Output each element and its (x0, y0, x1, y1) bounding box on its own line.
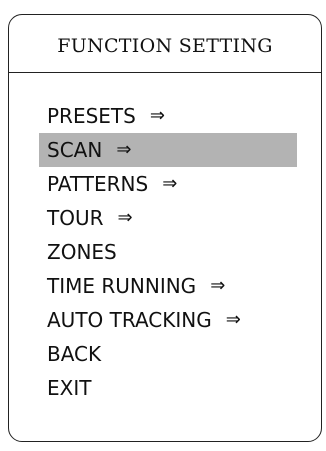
menu-item-exit[interactable]: EXIT (9, 371, 321, 405)
menu-item-auto-tracking[interactable]: AUTO TRACKING ⇒ (9, 303, 321, 337)
double-arrow-right-icon: ⇒ (117, 207, 133, 228)
menu-item-label: BACK (47, 342, 102, 366)
menu-item-label: AUTO TRACKING (47, 308, 212, 332)
menu-item-tour[interactable]: TOUR ⇒ (9, 201, 321, 235)
menu-item-patterns[interactable]: PATTERNS ⇒ (9, 167, 321, 201)
function-setting-menu-panel: FUNCTION SETTING PRESETS ⇒ SCAN ⇒ PATTER… (8, 14, 322, 442)
menu-item-back[interactable]: BACK (9, 337, 321, 371)
menu-item-time-running[interactable]: TIME RUNNING ⇒ (9, 269, 321, 303)
menu-item-scan[interactable]: SCAN ⇒ (39, 133, 297, 167)
menu-item-label: TIME RUNNING (47, 274, 197, 298)
menu-item-label: TOUR (47, 206, 104, 230)
menu-item-label: PATTERNS (47, 172, 149, 196)
menu-item-label: PRESETS (47, 104, 136, 128)
menu-item-label: EXIT (47, 376, 92, 400)
menu-item-label: ZONES (47, 240, 117, 264)
menu-item-zones[interactable]: ZONES (9, 235, 321, 269)
menu-list: PRESETS ⇒ SCAN ⇒ PATTERNS ⇒ TOUR ⇒ ZONES… (9, 99, 321, 405)
double-arrow-right-icon: ⇒ (210, 275, 226, 296)
title-divider (8, 72, 322, 73)
double-arrow-right-icon: ⇒ (149, 105, 165, 126)
menu-title: FUNCTION SETTING (57, 35, 273, 57)
menu-item-presets[interactable]: PRESETS ⇒ (9, 99, 321, 133)
double-arrow-right-icon: ⇒ (162, 173, 178, 194)
double-arrow-right-icon: ⇒ (116, 139, 132, 160)
menu-item-label: SCAN (47, 138, 103, 162)
double-arrow-right-icon: ⇒ (225, 309, 241, 330)
